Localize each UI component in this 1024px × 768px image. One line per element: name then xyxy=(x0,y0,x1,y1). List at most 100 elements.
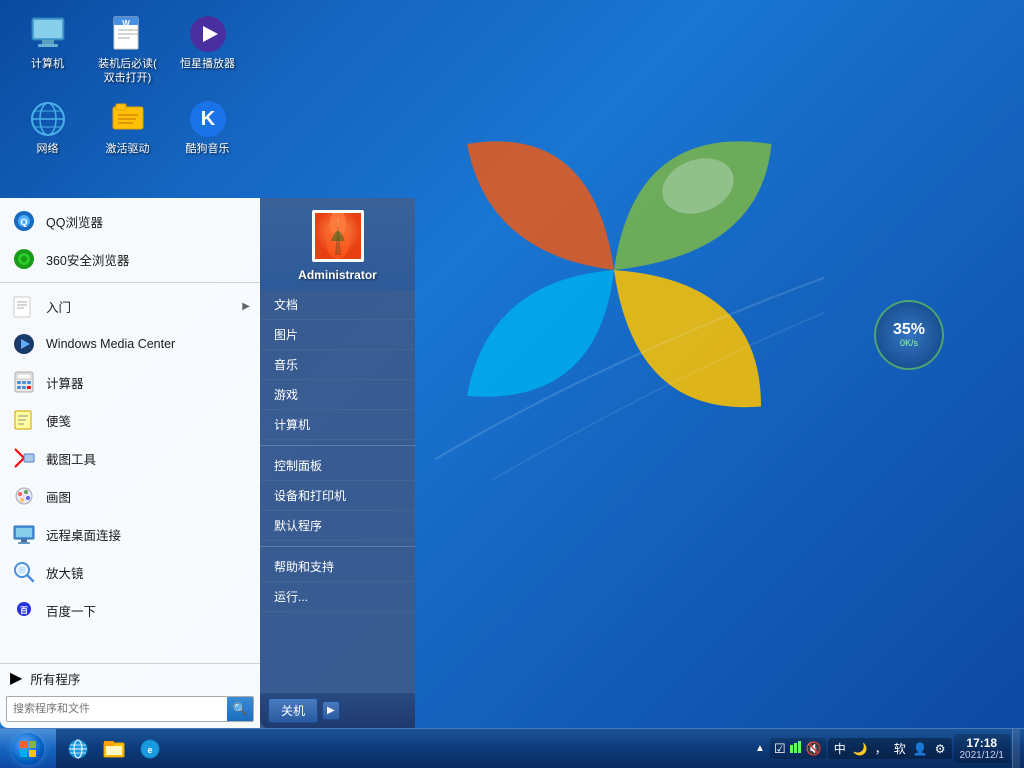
start-menu-item-paint-label: 画图 xyxy=(46,487,71,506)
hengxing-icon xyxy=(188,14,228,54)
start-menu-item-snipping-label: 截图工具 xyxy=(46,449,96,468)
start-menu-right-divider1 xyxy=(260,445,415,446)
desktop-icon-hengxing-label: 恒星播放器 xyxy=(180,57,235,71)
start-menu: Q QQ浏览器 360安全浏览器 xyxy=(0,198,415,728)
ime-gear-icon[interactable]: ⚙ xyxy=(932,741,949,757)
start-menu-item-notepad[interactable]: 便笺 xyxy=(0,401,260,439)
desktop-icon-activate[interactable]: 激活驱动 xyxy=(90,95,165,160)
360-browser-icon xyxy=(10,245,38,273)
start-menu-right-default-programs[interactable]: 默认程序 xyxy=(260,511,415,541)
paint-icon xyxy=(10,482,38,510)
all-programs-icon: ▶ xyxy=(10,668,22,688)
notepad-icon xyxy=(10,406,38,434)
ime-user-icon[interactable]: 👤 xyxy=(910,741,931,757)
start-menu-item-magnifier-label: 放大镜 xyxy=(46,563,84,582)
setup-icon: W xyxy=(108,14,148,54)
start-menu-right-music[interactable]: 音乐 xyxy=(260,350,415,380)
taskbar-pinned-apps: e xyxy=(56,733,172,765)
start-menu-item-360-browser-label: 360安全浏览器 xyxy=(46,250,129,269)
windows-logo-icon xyxy=(19,740,37,758)
clock-time: 17:18 xyxy=(960,736,1005,750)
ime-soft[interactable]: 软 xyxy=(891,739,909,758)
shutdown-arrow-button[interactable]: ▶ xyxy=(322,701,340,720)
start-menu-right-documents[interactable]: 文档 xyxy=(260,290,415,320)
start-menu-item-intro-label: 入门 xyxy=(46,297,71,316)
start-menu-item-intro[interactable]: 入门 ▶ xyxy=(0,287,260,325)
ime-punctuation[interactable]: ， xyxy=(872,739,890,758)
net-percent: 35% xyxy=(893,322,925,338)
start-menu-item-wmc[interactable]: Windows Media Center xyxy=(0,325,260,363)
start-menu-right-help[interactable]: 帮助和支持 xyxy=(260,552,415,582)
svg-text:e: e xyxy=(147,745,152,755)
rdp-icon xyxy=(10,520,38,548)
desktop-icon-row-2: 网络 激活驱动 K xyxy=(10,95,245,160)
clock-area[interactable]: 17:18 2021/12/1 xyxy=(954,734,1011,763)
start-menu-all-programs-label: 所有程序 xyxy=(30,669,80,688)
start-menu-item-magnifier[interactable]: 放大镜 xyxy=(0,553,260,591)
net-speed: 0K/s xyxy=(900,338,918,349)
desktop-icon-area: 计算机 W 装机后必读( 双击打开) xyxy=(10,10,245,160)
intro-arrow-icon: ▶ xyxy=(242,301,250,312)
taskbar: e ▲ ☑ 🔇 中 xyxy=(0,728,1024,768)
start-menu-item-calc-label: 计算器 xyxy=(46,373,84,392)
tray-volume-icon[interactable]: 🔇 xyxy=(806,741,822,757)
start-menu-item-paint[interactable]: 画图 xyxy=(0,477,260,515)
start-menu-right-devices[interactable]: 设备和打印机 xyxy=(260,481,415,511)
start-menu-item-notepad-label: 便笺 xyxy=(46,411,71,430)
qq-browser-icon: Q xyxy=(10,207,38,235)
search-input[interactable] xyxy=(7,701,227,717)
start-menu-item-qq-browser[interactable]: Q QQ浏览器 xyxy=(0,202,260,240)
svg-text:W: W xyxy=(122,19,130,28)
taskbar-explorer[interactable] xyxy=(98,733,130,765)
start-menu-right-pictures[interactable]: 图片 xyxy=(260,320,415,350)
start-button[interactable] xyxy=(0,729,56,768)
start-menu-item-baidu[interactable]: 百 百度一下 xyxy=(0,591,260,629)
desktop-icon-computer[interactable]: 计算机 xyxy=(10,10,85,90)
desktop-icon-qqmusic[interactable]: K 酷狗音乐 xyxy=(170,95,245,160)
taskbar-ie[interactable] xyxy=(62,733,94,765)
start-menu-right-computer[interactable]: 计算机 xyxy=(260,410,415,440)
user-section: Administrator xyxy=(260,198,415,290)
start-menu-item-rdp[interactable]: 远程桌面连接 xyxy=(0,515,260,553)
magnifier-icon xyxy=(10,558,38,586)
start-menu-item-wmc-label: Windows Media Center xyxy=(46,337,175,351)
tray-network-icon[interactable] xyxy=(789,740,803,757)
desktop-icon-network[interactable]: 网络 xyxy=(10,95,85,160)
start-menu-right-control-panel[interactable]: 控制面板 xyxy=(260,451,415,481)
start-menu-item-snipping[interactable]: 截图工具 xyxy=(0,439,260,477)
start-menu-right-divider2 xyxy=(260,546,415,547)
start-menu-right-games[interactable]: 游戏 xyxy=(260,380,415,410)
start-menu-right-run[interactable]: 运行... xyxy=(260,582,415,612)
start-menu-item-calc[interactable]: 计算器 xyxy=(0,363,260,401)
start-menu-item-360-browser[interactable]: 360安全浏览器 xyxy=(0,240,260,278)
baidu-icon: 百 xyxy=(10,596,38,624)
svg-text:Q: Q xyxy=(20,217,27,227)
ime-moon[interactable]: 🌙 xyxy=(850,741,871,757)
snipping-icon xyxy=(10,444,38,472)
svg-text:百: 百 xyxy=(20,606,28,615)
taskbar-ie2[interactable]: e xyxy=(134,733,166,765)
start-menu-all-programs[interactable]: ▶ 所有程序 xyxy=(0,663,260,692)
ime-bar: 中 🌙 ， 软 👤 ⚙ xyxy=(828,738,952,759)
computer-icon xyxy=(28,14,68,54)
start-orb xyxy=(12,733,44,765)
user-avatar[interactable] xyxy=(312,210,364,262)
desktop-icon-setup[interactable]: W 装机后必读( 双击打开) xyxy=(90,10,165,90)
ime-checkbox[interactable]: 中 xyxy=(831,739,849,758)
start-menu-left-panel: Q QQ浏览器 360安全浏览器 xyxy=(0,198,260,728)
tray-expand[interactable]: ▲ xyxy=(752,743,768,754)
start-menu-right-panel: Administrator 文档 图片 音乐 游戏 计算机 控制面板 设备和打印… xyxy=(260,198,415,728)
shutdown-button[interactable]: 关机 xyxy=(268,698,318,723)
search-button[interactable]: 🔍 xyxy=(227,696,253,722)
desktop-icon-computer-label: 计算机 xyxy=(31,57,64,71)
qqmusic-icon: K xyxy=(188,99,228,139)
desktop: 计算机 W 装机后必读( 双击打开) xyxy=(0,0,1024,768)
desktop-icon-hengxing[interactable]: 恒星播放器 xyxy=(170,10,245,90)
show-desktop-button[interactable] xyxy=(1012,729,1020,768)
desktop-icon-network-label: 网络 xyxy=(37,142,59,156)
start-menu-recent: 入门 ▶ Windows Media Center xyxy=(0,283,260,663)
svg-text:K: K xyxy=(200,108,215,130)
tray-checkbox-icon[interactable]: ☑ xyxy=(774,741,786,757)
start-menu-pinned: Q QQ浏览器 360安全浏览器 xyxy=(0,198,260,283)
start-menu-item-qq-browser-label: QQ浏览器 xyxy=(46,212,103,231)
